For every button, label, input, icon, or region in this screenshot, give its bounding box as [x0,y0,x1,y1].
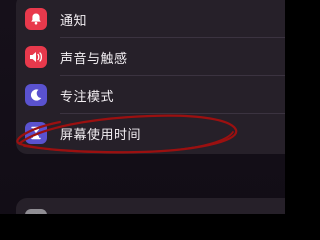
bell-icon [25,8,47,30]
settings-row-label: 声音与触感 [60,51,128,67]
settings-row-general[interactable]: 通用 [16,201,285,214]
settings-group-general: 通用 [16,198,285,214]
settings-row-label: 专注模式 [60,89,115,105]
settings-row-screen-time[interactable]: 屏幕使用时间 [16,114,285,152]
settings-group-notifications: 通知 声音与触感 专注模式 屏幕使用时间 [16,0,285,154]
settings-row-label: 通用 [60,211,87,215]
speaker-icon [25,46,47,68]
settings-row-focus[interactable]: 专注模式 [16,76,285,114]
hourglass-icon [25,122,47,144]
settings-row-notifications[interactable]: 通知 [16,0,285,38]
settings-row-sounds-haptics[interactable]: 声音与触感 [16,38,285,76]
settings-screen: 通知 声音与触感 专注模式 屏幕使用时间 [0,0,285,214]
settings-row-label: 通知 [60,13,88,29]
gear-icon [25,209,47,214]
settings-row-label: 屏幕使用时间 [60,127,142,143]
moon-icon [25,84,47,106]
